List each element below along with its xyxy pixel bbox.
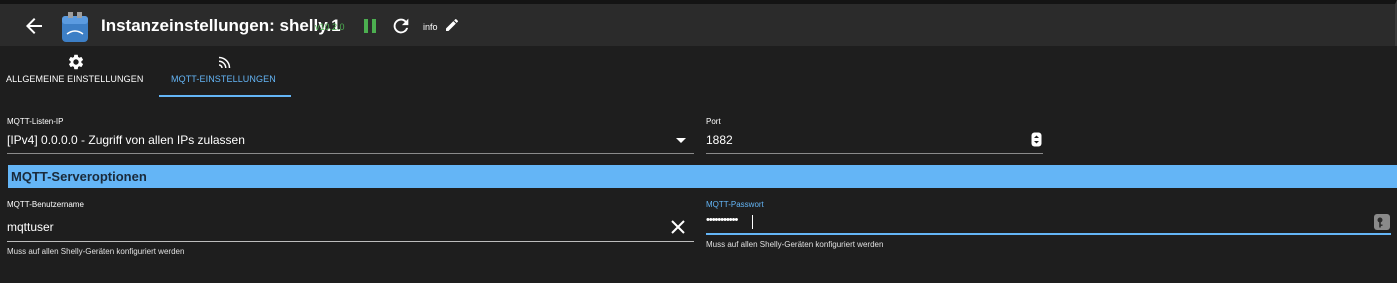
listen-ip-value: [IPv4] 0.0.0.0 - Zugriff von allen IPs z… <box>7 133 245 147</box>
tab-general-settings[interactable]: ALLGEMEINE EINSTELLUNGEN <box>0 46 154 98</box>
tab-mqtt-settings[interactable]: MQTT-EINSTELLUNGEN <box>159 46 291 98</box>
password-visibility-button[interactable] <box>1374 214 1390 230</box>
port-label: Port <box>706 117 721 126</box>
username-label: MQTT-Benutzername <box>7 200 84 209</box>
settings-tabs: ALLGEMEINE EINSTELLUNGEN MQTT-EINSTELLUN… <box>0 46 1397 98</box>
port-input[interactable]: 1882 <box>706 128 1043 153</box>
restart-button[interactable] <box>390 15 412 37</box>
active-tab-indicator <box>159 95 291 97</box>
password-underline-focused <box>706 233 1391 235</box>
username-input[interactable]: mqttuser <box>7 213 694 241</box>
info-label: info <box>423 22 438 32</box>
text-cursor <box>752 215 753 229</box>
pause-button[interactable] <box>360 16 380 36</box>
chevron-down-icon <box>676 138 686 143</box>
username-underline <box>7 241 694 242</box>
listen-ip-underline <box>7 153 694 154</box>
back-button[interactable] <box>22 14 46 38</box>
tab-general-label: ALLGEMEINE EINSTELLUNGEN <box>6 74 144 84</box>
section-header-mqtt-server-options: MQTT-Serveroptionen <box>8 165 1397 188</box>
port-underline <box>706 153 1043 154</box>
listen-ip-select[interactable]: [IPv4] 0.0.0.0 - Zugriff von allen IPs z… <box>7 128 694 153</box>
key-icon <box>1374 214 1390 230</box>
username-value: mqttuser <box>7 220 54 234</box>
password-value: ••••••••••• <box>706 214 738 226</box>
section-title: MQTT-Serveroptionen <box>11 169 147 184</box>
gear-icon <box>69 54 84 70</box>
edit-button[interactable] <box>444 17 460 33</box>
clear-username-button[interactable] <box>669 218 687 236</box>
port-stepper[interactable] <box>1031 132 1042 147</box>
password-label: MQTT-Passwort <box>706 200 764 209</box>
listen-ip-label: MQTT-Listen-IP <box>7 117 64 126</box>
restart-icon <box>393 18 409 34</box>
pencil-icon <box>446 18 459 31</box>
version-badge: v10.2.0 <box>315 22 345 32</box>
password-input[interactable]: ••••••••••• <box>706 211 1391 233</box>
pause-icon <box>364 19 376 33</box>
tab-mqtt-label: MQTT-EINSTELLUNGEN <box>171 74 276 84</box>
close-icon <box>671 220 685 234</box>
wifi-signal-icon <box>218 56 231 69</box>
app-header: Instanzeinstellungen: shelly.1 v10.2.0 i… <box>0 0 1397 46</box>
shelly-adapter-logo <box>60 10 90 44</box>
stepper-icon <box>1031 132 1042 147</box>
password-helper-text: Muss auf allen Shelly-Geräten konfigurie… <box>706 240 884 249</box>
arrow-left-icon <box>26 18 42 34</box>
username-helper-text: Muss auf allen Shelly-Geräten konfigurie… <box>7 247 185 256</box>
page-title: Instanzeinstellungen: shelly.1 <box>101 16 341 35</box>
port-value: 1882 <box>706 133 733 147</box>
